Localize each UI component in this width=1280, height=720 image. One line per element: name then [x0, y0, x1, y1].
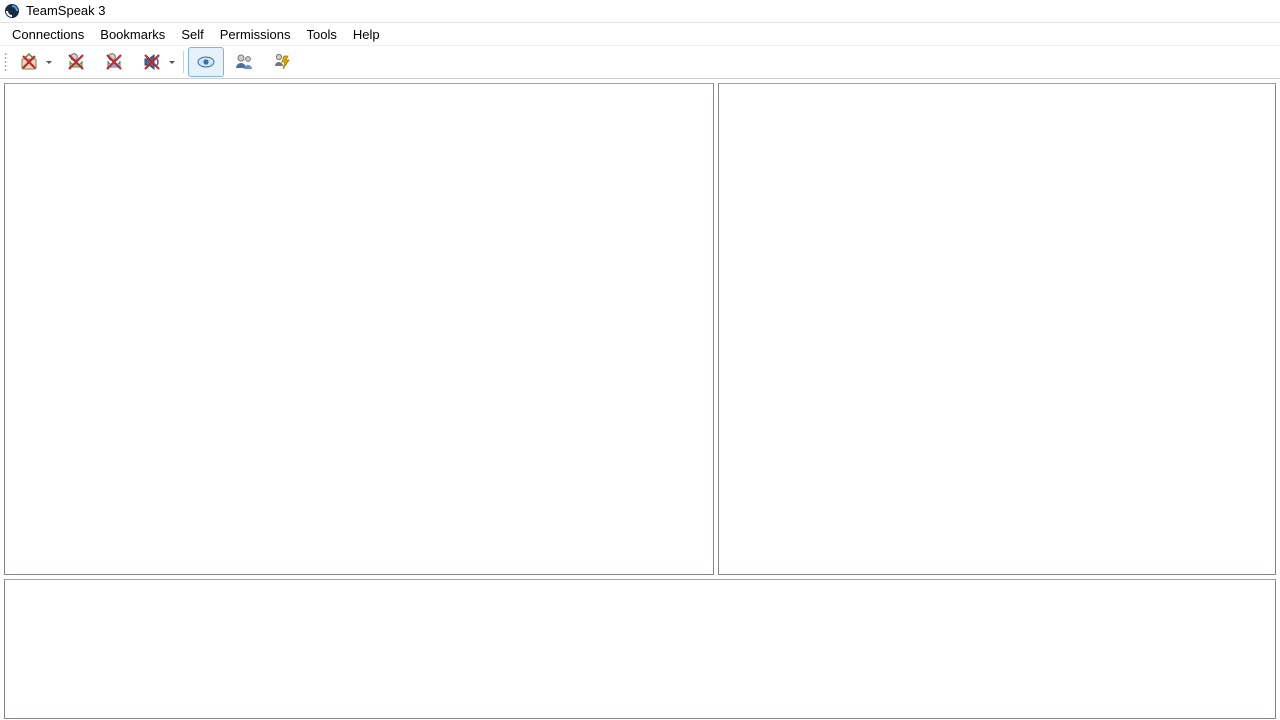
- menu-permissions[interactable]: Permissions: [212, 25, 299, 44]
- eye-icon: [196, 52, 216, 72]
- menu-connections[interactable]: Connections: [4, 25, 92, 44]
- speaker-off-icon: [142, 52, 162, 72]
- app-icon: [4, 3, 20, 19]
- menu-tools[interactable]: Tools: [299, 25, 345, 44]
- mute-microphone-button[interactable]: [58, 47, 94, 77]
- top-panes: [0, 79, 1280, 579]
- menu-bookmarks[interactable]: Bookmarks: [92, 25, 173, 44]
- toggle-hotkeys-button[interactable]: [264, 47, 300, 77]
- mute-speakers-button[interactable]: [96, 47, 132, 77]
- toolbar-separator: [183, 51, 184, 73]
- title-bar: TeamSpeak 3: [0, 0, 1280, 23]
- chat-pane[interactable]: [4, 579, 1276, 719]
- contacts-icon: [234, 52, 254, 72]
- contacts-button[interactable]: [226, 47, 262, 77]
- menu-bar: Connections Bookmarks Self Permissions T…: [0, 23, 1280, 46]
- bolt-icon: [272, 52, 292, 72]
- toolbar: [0, 46, 1280, 79]
- local-mute-speaker-button[interactable]: [134, 47, 179, 77]
- menu-help[interactable]: Help: [345, 25, 388, 44]
- away-icon: [19, 52, 39, 72]
- workspace: [0, 79, 1280, 720]
- info-pane[interactable]: [718, 83, 1276, 575]
- menu-self[interactable]: Self: [173, 25, 211, 44]
- toggle-away-button[interactable]: [11, 47, 56, 77]
- toolbar-grip[interactable]: [4, 51, 8, 73]
- mic-mute-icon: [66, 52, 86, 72]
- app-title: TeamSpeak 3: [26, 0, 106, 22]
- subscribe-channels-button[interactable]: [188, 47, 224, 77]
- speaker-mute-icon: [104, 52, 124, 72]
- server-tree-pane[interactable]: [4, 83, 714, 575]
